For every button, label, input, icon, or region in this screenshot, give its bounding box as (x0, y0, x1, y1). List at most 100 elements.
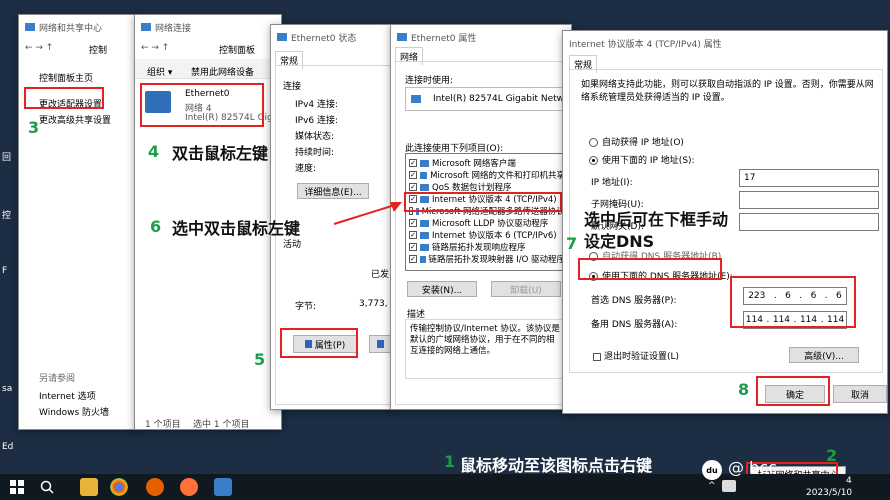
nav-arrows[interactable]: ← → ↑ (25, 43, 53, 53)
checkbox[interactable] (593, 352, 601, 361)
list-item[interactable]: ✓ Microsoft 网络的文件和打印机共享 (409, 169, 565, 181)
address-bar[interactable]: 控制 (89, 43, 107, 56)
adapter-icon (411, 95, 421, 103)
address-bar[interactable]: 控制面板 (219, 43, 255, 56)
organize-button[interactable]: 组织 ▾ (147, 65, 172, 78)
component-label: Internet 协议版本 6 (TCP/IPv6) (432, 231, 557, 241)
highlight-ok-button (756, 376, 830, 406)
media-state-label: 媒体状态: (295, 132, 335, 142)
app-icon[interactable] (214, 478, 232, 496)
manual-ip-label: 使用下面的 IP 地址(S): (602, 156, 695, 166)
list-item[interactable]: ✓ Microsoft LLDP 协议驱动程序 (409, 217, 565, 229)
step-number-1: 1 (444, 452, 456, 471)
network-icon (397, 33, 407, 41)
status-selected-count: 选中 1 个项目 (193, 420, 250, 430)
bytes-sent-value: 3,773, (359, 299, 388, 309)
checkbox[interactable]: ✓ (409, 171, 417, 179)
change-sharing-settings-link[interactable]: 更改高级共享设置 (39, 113, 111, 126)
advanced-button[interactable]: 高级(V)... (789, 347, 859, 363)
chrome-icon[interactable] (110, 478, 128, 496)
highlight-properties-button (280, 328, 358, 358)
validate-on-exit[interactable]: 退出时验证设置(L) (593, 349, 679, 362)
description-text: 传输控制协议/Internet 协议。该协议是默认的广域网络协议，用于在不同的相… (405, 319, 565, 379)
step-text-4: 双击鼠标左键 (172, 144, 269, 163)
ip-address-value: 17 (744, 173, 756, 183)
radio-button[interactable] (589, 138, 598, 147)
ip-address-label: IP 地址(I): (591, 178, 633, 188)
window-title: 网络连接 (155, 23, 192, 34)
auto-ip-radio[interactable]: 自动获得 IP 地址(O) (589, 135, 684, 148)
ip-address-field[interactable]: 17 (739, 169, 879, 187)
components-list[interactable]: ✓ Microsoft 网络客户端 ✓ Microsoft 网络的文件和打印机共享 … (405, 153, 569, 271)
step-number-8: 8 (738, 380, 750, 399)
list-item[interactable]: ✓ 链路层拓扑发现响应程序 (409, 241, 565, 253)
network-sharing-center-window: 网络和共享中心 ← → ↑ 控制 控制面板主页 更改适配器设置 更改高级共享设置… (18, 14, 138, 430)
desktop-label-3: F (2, 266, 8, 276)
ipv4-connectivity-label: IPv4 连接: (295, 100, 339, 110)
nav-arrows[interactable]: ← → ↑ (141, 43, 169, 53)
list-item[interactable]: ✓ Microsoft 网络客户端 (409, 157, 565, 169)
component-icon (419, 171, 428, 179)
list-item[interactable]: ✓ Internet 协议版本 6 (TCP/IPv6) (409, 229, 565, 241)
step-text-7a: 选中后可在下框手动 (584, 210, 729, 229)
titlebar: Ethernet0 状态 (271, 25, 393, 49)
internet-options-link[interactable]: Internet 选项 (39, 389, 96, 402)
windows-firewall-link[interactable]: Windows 防火墙 (39, 405, 109, 418)
control-panel-home-link[interactable]: 控制面板主页 (39, 71, 93, 84)
subnet-mask-field[interactable] (739, 191, 879, 209)
desktop-label-5: Ed (2, 442, 14, 452)
ethernet-properties-window: Ethernet0 属性 网络 连接时使用: Intel(R) 82574L G… (390, 24, 572, 410)
titlebar: 网络和共享中心 (19, 15, 137, 39)
clock-date: 2023/5/10 (806, 488, 853, 498)
step-number-5: 5 (254, 350, 266, 369)
component-label: Microsoft LLDP 协议驱动程序 (432, 219, 549, 229)
step-text-7b: 设定DNS (584, 232, 655, 251)
desktop-label-4: sa (2, 384, 13, 394)
disable-device-button[interactable]: 禁用此网络设备 (191, 65, 254, 78)
bytes-label: 字节: (295, 302, 317, 312)
radio-button[interactable] (589, 156, 598, 165)
checkbox[interactable]: ✓ (409, 231, 417, 239)
checkbox[interactable]: ✓ (409, 183, 417, 191)
window-title: Internet 协议版本 4 (TCP/IPv4) 属性 (569, 39, 722, 50)
window-title: Ethernet0 状态 (291, 33, 357, 44)
component-label: 链路层拓扑发现映射器 I/O 驱动程序 (428, 255, 565, 265)
windows-start-icon[interactable] (8, 478, 26, 496)
component-icon (420, 231, 429, 239)
adapter-name: Intel(R) 82574L Gigabit Network (433, 94, 572, 104)
file-explorer-icon[interactable] (80, 478, 98, 496)
search-icon[interactable] (38, 478, 56, 496)
desktop-label-2: 控 (2, 211, 12, 221)
network-icon (141, 23, 151, 31)
component-icon (419, 255, 426, 263)
checkbox[interactable]: ✓ (409, 219, 417, 227)
status-item-count: 1 个项目 (145, 420, 181, 430)
tray-chevron-icon[interactable]: ^ (708, 481, 716, 491)
firefox-icon[interactable] (146, 478, 164, 496)
checkbox[interactable]: ✓ (409, 243, 417, 251)
install-button[interactable]: 安装(N)... (407, 281, 477, 297)
cancel-button[interactable]: 取消 (833, 385, 887, 403)
default-gateway-field[interactable] (739, 213, 879, 231)
shield-icon (376, 340, 384, 348)
duration-label: 持续时间: (295, 148, 335, 158)
list-item[interactable]: ✓ 链路层拓扑发现映射器 I/O 驱动程序 (409, 253, 565, 265)
manual-ip-radio[interactable]: 使用下面的 IP 地址(S): (589, 153, 695, 166)
browser-icon[interactable] (180, 478, 198, 496)
titlebar: 网络连接 (135, 15, 281, 39)
highlight-manual-dns (578, 258, 722, 280)
ipv6-connectivity-label: IPv6 连接: (295, 116, 339, 126)
network-tray-icon[interactable] (722, 480, 736, 492)
checkbox[interactable]: ✓ (409, 159, 417, 167)
watermark-logo-icon: du (702, 460, 722, 480)
step-text-6: 选中双击鼠标左键 (172, 219, 301, 238)
network-icon (277, 33, 287, 41)
uninstall-button[interactable]: 卸载(U) (491, 281, 561, 297)
diagnose-button[interactable] (369, 335, 391, 353)
checkbox[interactable]: ✓ (409, 255, 417, 263)
connection-heading: 连接 (283, 82, 302, 92)
highlight-change-adapter (24, 87, 104, 109)
component-icon (420, 159, 429, 167)
window-title: Ethernet0 属性 (411, 33, 477, 44)
desktop-label-1: 回 (2, 153, 12, 163)
